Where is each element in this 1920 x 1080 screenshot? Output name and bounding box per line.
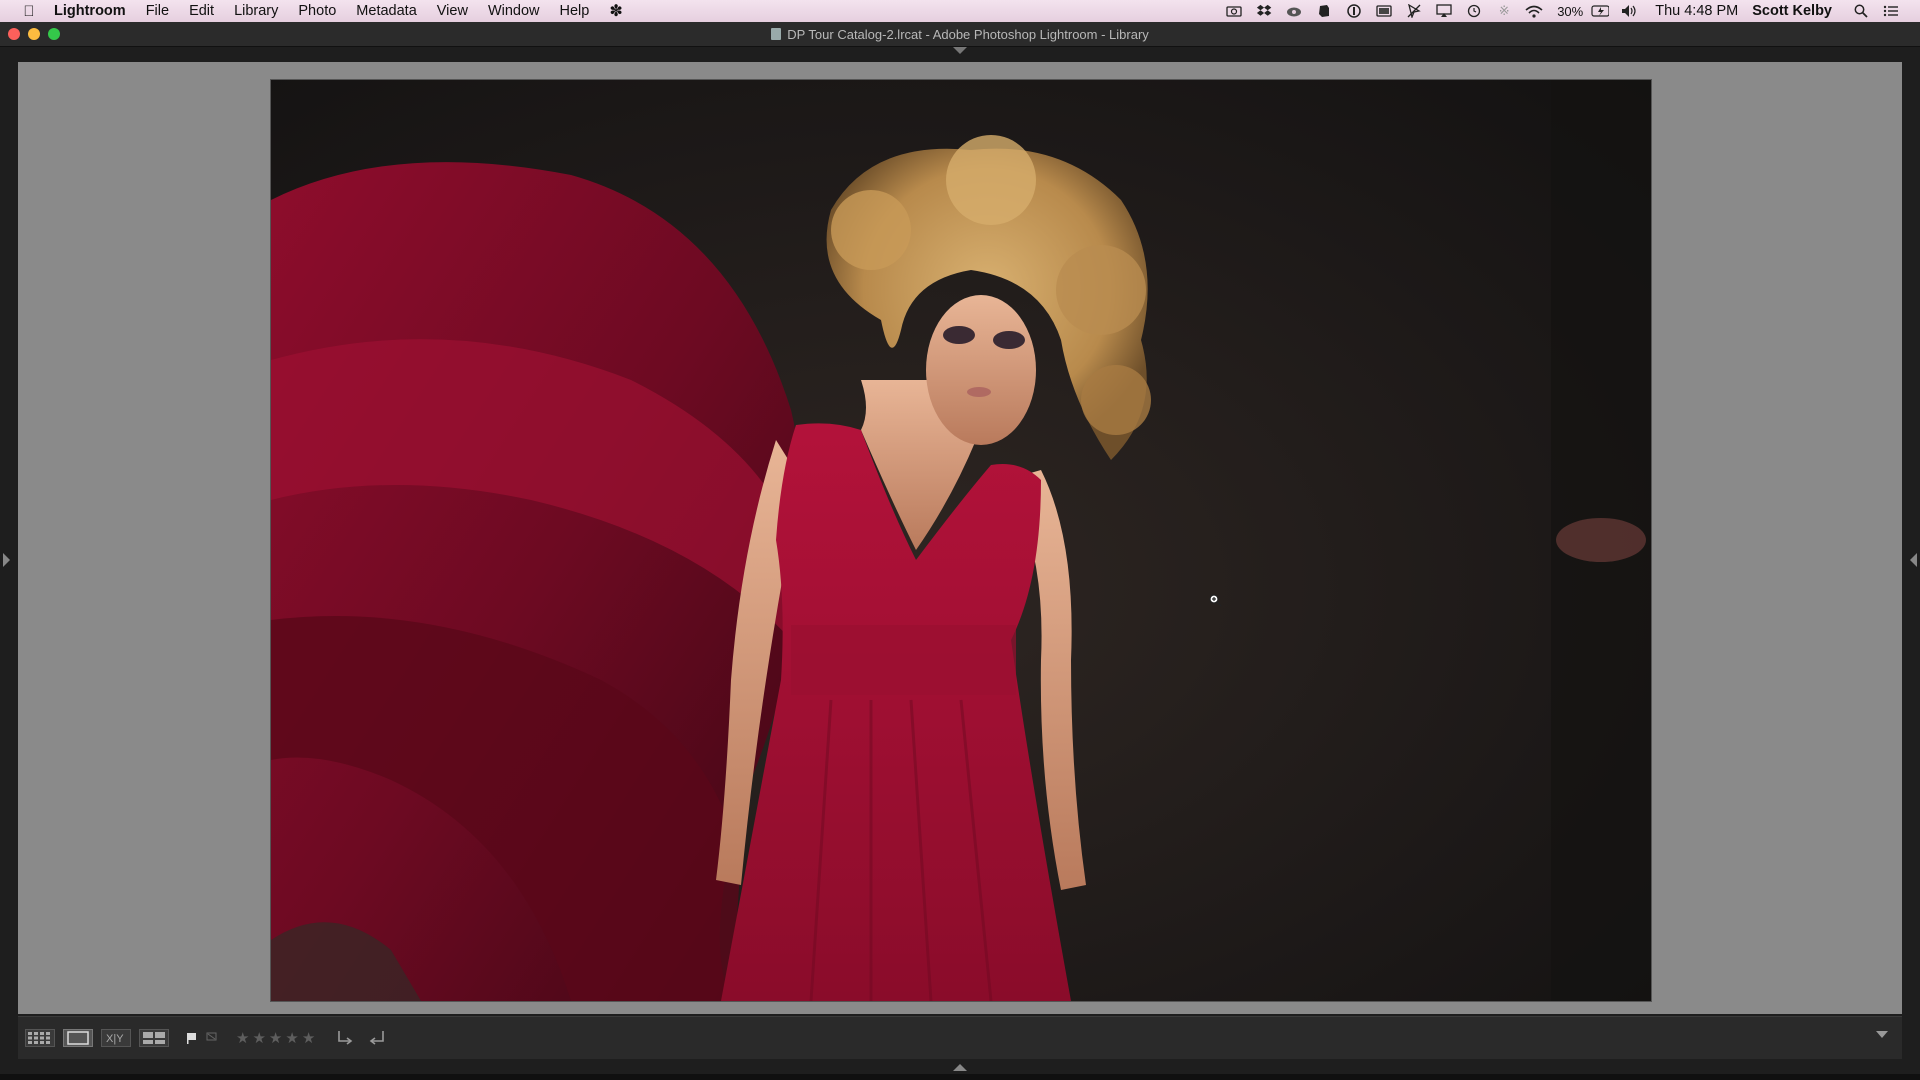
right-panel-toggle-icon[interactable] [1910, 553, 1917, 567]
camera-icon[interactable] [1225, 4, 1243, 18]
display-icon[interactable] [1375, 4, 1393, 18]
wifi-icon[interactable] [1525, 4, 1543, 18]
reject-flag-icon[interactable] [204, 1027, 220, 1049]
menu-view[interactable]: View [427, 3, 478, 19]
menu-window[interactable]: Window [478, 3, 550, 19]
filmstrip-edge [0, 1074, 1920, 1080]
airplay-icon[interactable] [1435, 4, 1453, 18]
evernote-icon[interactable] [1315, 4, 1333, 18]
left-panel-toggle-icon[interactable] [3, 553, 10, 567]
svg-text:X|Y: X|Y [106, 1033, 124, 1045]
star-1-icon[interactable]: ★ [236, 1029, 249, 1047]
dropbox-icon[interactable] [1255, 4, 1273, 18]
star-4-icon[interactable]: ★ [285, 1029, 298, 1047]
zoom-window-button[interactable] [48, 28, 60, 40]
minimize-window-button[interactable] [28, 28, 40, 40]
star-2-icon[interactable]: ★ [252, 1029, 265, 1047]
rotate-left-icon[interactable] [333, 1027, 357, 1049]
grid-view-icon[interactable] [24, 1027, 56, 1049]
status-area: ※ 30% Thu 4:48 PM Scott Kelby [1219, 0, 1906, 22]
clock[interactable]: Thu 4:48 PM [1655, 3, 1738, 19]
rotate-right-icon[interactable] [365, 1027, 389, 1049]
zoom-cursor-icon [1209, 594, 1222, 607]
compare-view-icon[interactable]: X|Y [100, 1027, 132, 1049]
volume-icon[interactable] [1621, 4, 1639, 18]
star-rating[interactable]: ★ ★ ★ ★ ★ [236, 1029, 315, 1047]
1password-icon[interactable] [1345, 4, 1363, 18]
battery-percent: 30% [1557, 3, 1584, 19]
creative-cloud-icon[interactable] [1285, 4, 1303, 18]
pick-flag-icon[interactable] [184, 1027, 200, 1049]
top-panel-toggle-icon[interactable] [953, 47, 967, 54]
battery-icon[interactable] [1591, 4, 1610, 18]
menu-edit[interactable]: Edit [179, 3, 224, 19]
script-icon[interactable]: ✽ [599, 1, 632, 21]
menu-help[interactable]: Help [550, 3, 600, 19]
filmstrip-toggle-icon[interactable] [953, 1064, 967, 1071]
star-3-icon[interactable]: ★ [269, 1029, 282, 1047]
library-toolbar: X|Y ★ ★ ★ ★ ★ [18, 1016, 1902, 1059]
survey-view-icon[interactable] [138, 1027, 170, 1049]
star-5-icon[interactable]: ★ [302, 1029, 315, 1047]
toolbar-options-chevron-icon[interactable] [1876, 1031, 1888, 1038]
loupe-photo[interactable] [270, 79, 1652, 1002]
user-name[interactable]: Scott Kelby [1752, 3, 1832, 19]
loupe-view-icon[interactable] [62, 1027, 94, 1049]
notification-center-icon[interactable] [1882, 4, 1900, 18]
menu-file[interactable]: File [136, 3, 179, 19]
document-icon [771, 28, 782, 40]
photo-image [271, 80, 1651, 1001]
time-machine-icon[interactable] [1465, 4, 1483, 18]
close-window-button[interactable] [8, 28, 20, 40]
menu-library[interactable]: Library [224, 3, 288, 19]
spotlight-search-icon[interactable] [1852, 4, 1870, 18]
bluetooth-icon[interactable]: ※ [1495, 3, 1513, 18]
menu-lightroom[interactable]: Lightroom [54, 3, 136, 19]
menu-bar:  Lightroom File Edit Library Photo Meta… [0, 0, 1920, 22]
apple-logo-icon[interactable]:  [20, 3, 38, 20]
menu-photo[interactable]: Photo [288, 3, 346, 19]
window-controls [8, 28, 60, 40]
cursor-icon[interactable] [1405, 4, 1423, 18]
menu-metadata[interactable]: Metadata [346, 3, 426, 19]
window-title-bar: DP Tour Catalog-2.lrcat - Adobe Photosho… [0, 22, 1920, 47]
window-title: DP Tour Catalog-2.lrcat - Adobe Photosho… [787, 26, 1149, 42]
